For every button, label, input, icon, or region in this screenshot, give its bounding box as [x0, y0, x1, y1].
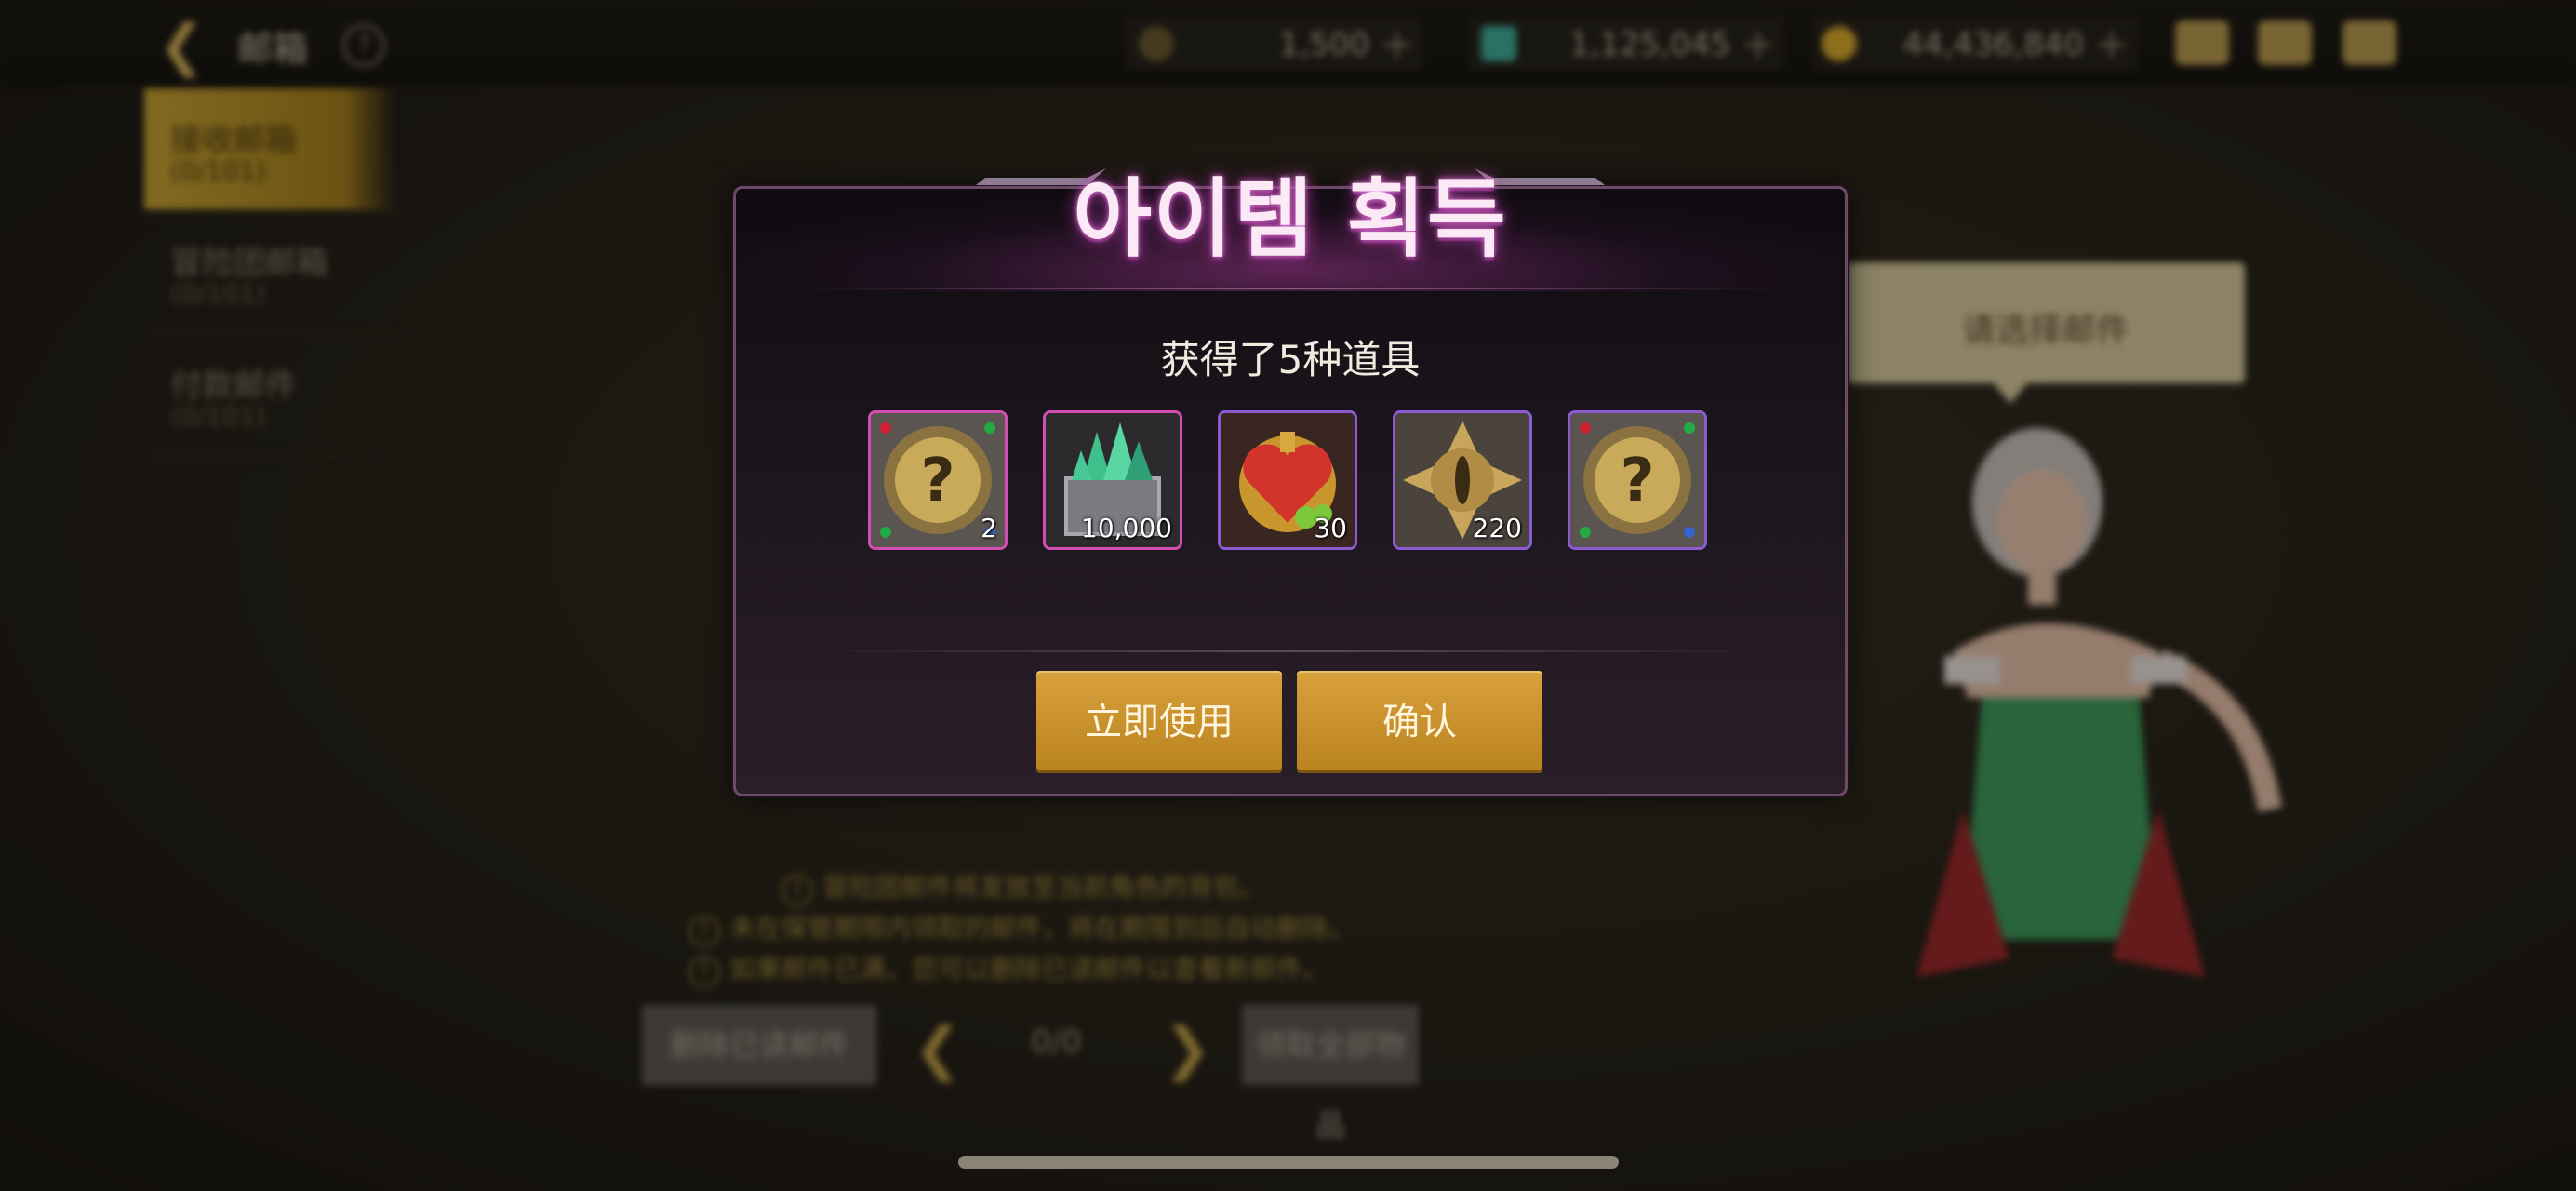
item-count: 10,000: [1081, 513, 1172, 543]
reward-items: ? 2 10,000 30 220 ?: [868, 410, 1715, 550]
item-acquired-dialog: 아이템 획득 获得了5种道具 ? 2 10,000 30 220 ? 立即使用 …: [733, 168, 1848, 796]
reward-item-slot[interactable]: ? 2: [868, 410, 1008, 550]
reward-item-slot[interactable]: 30: [1218, 410, 1357, 550]
mystery-box-icon: ?: [1570, 413, 1704, 547]
home-indicator[interactable]: [958, 1156, 1619, 1169]
reward-item-slot[interactable]: ?: [1568, 410, 1707, 550]
divider: [810, 650, 1770, 652]
item-count: 30: [1314, 513, 1347, 543]
dialog-header: 아이템 획득: [736, 168, 1845, 291]
divider: [810, 288, 1770, 289]
use-now-button[interactable]: 立即使用: [1036, 671, 1282, 773]
svg-text:?: ?: [920, 447, 954, 515]
item-count: 2: [981, 513, 997, 543]
dialog-title: 아이템 획득: [1073, 169, 1508, 269]
confirm-button[interactable]: 确认: [1297, 671, 1542, 773]
item-count: 220: [1472, 513, 1522, 543]
acquired-message: 获得了5种道具: [1160, 337, 1421, 382]
reward-item-slot[interactable]: 220: [1393, 410, 1532, 550]
reward-item-slot[interactable]: 10,000: [1043, 410, 1182, 550]
svg-text:?: ?: [1620, 447, 1654, 515]
